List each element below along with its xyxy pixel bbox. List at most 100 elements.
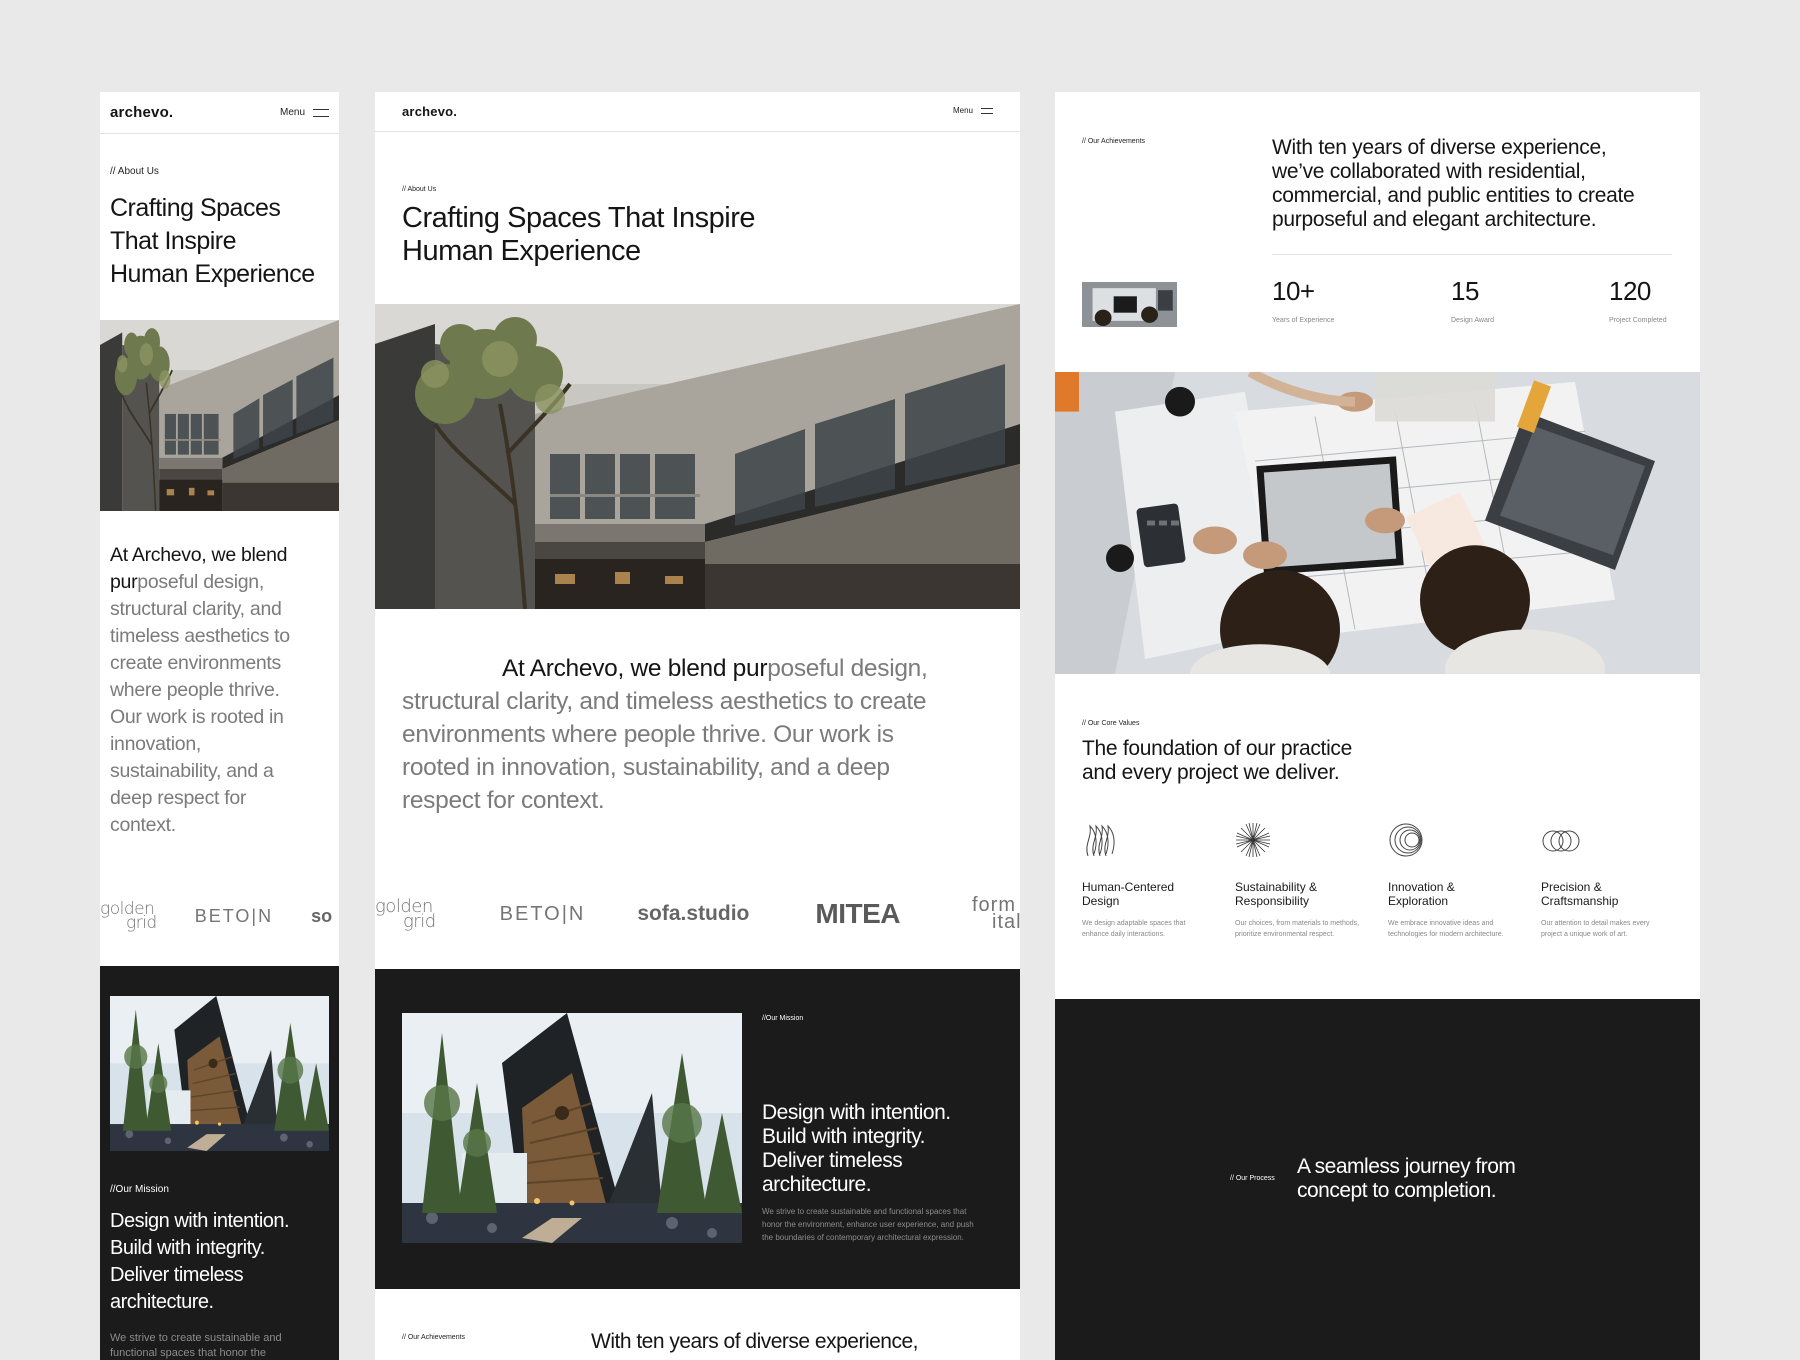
value-title-line: Exploration: [1388, 894, 1449, 908]
mobile-navbar: archevo. Menu: [100, 92, 339, 134]
value-title-line: Human-Centered: [1082, 880, 1175, 894]
hamburger-icon: [981, 107, 993, 114]
process-tag: // Our Process: [1230, 1175, 1275, 1182]
mission-desc-line: honor the environment, enhance user expe…: [762, 1220, 974, 1229]
logo-formital: form ital: [972, 895, 1020, 933]
intro-highlight: At Archevo, we blend pur: [502, 655, 768, 682]
mission-desc-line: the boundaries of contemporary architect…: [762, 1233, 964, 1242]
courtyard-photo: [375, 304, 1020, 609]
intro-text: create environments: [110, 652, 281, 674]
value-title-line: Craftsmanship: [1541, 894, 1619, 908]
intro-text: Our work is rooted in: [110, 706, 284, 728]
core-values-title-line: and every project we deliver.: [1082, 761, 1340, 784]
value-title-line: Design: [1082, 894, 1120, 908]
intro-paragraph: At Archevo, we blend purposeful design, st…: [110, 542, 335, 839]
value-title-line: Responsibility: [1235, 894, 1310, 908]
value-desc-line: enhance daily interactions.: [1082, 931, 1165, 938]
logo-golden-grid: golden grid: [100, 900, 157, 932]
achievements-line: commercial, and public entities to creat…: [1272, 184, 1635, 207]
intro-line: At Archevo, we blend: [110, 542, 335, 569]
value-title: Sustainability & Responsibility: [1235, 880, 1317, 908]
core-values-title-line: The foundation of our practice: [1082, 737, 1353, 760]
logo-betoin: BETO|N: [194, 905, 274, 926]
partner-logos: golden grid BETO|N sofa.studio MITEA for…: [375, 892, 1020, 936]
hamburger-icon: [313, 108, 329, 117]
intro-text: respect for context.: [402, 787, 605, 814]
tablet-preview: archevo. Menu // About Us Crafting Space…: [375, 92, 1020, 1360]
stat-label: Design Award: [1451, 317, 1495, 324]
logo-text: ital: [992, 911, 1020, 933]
intro-line: structural clarity, and timeless aesthet…: [402, 685, 1002, 718]
mission-section: //Our Mission Design with intention. Bui…: [375, 969, 1020, 1289]
achievements-line: purposeful and elegant architecture.: [1272, 208, 1597, 231]
about-title-line: Human Experience: [110, 260, 315, 288]
value-title-line: Precision &: [1541, 880, 1602, 894]
intro-line: Our work is rooted in: [110, 704, 335, 731]
desktop-preview: // Our Achievements With ten years of di…: [1055, 92, 1700, 1360]
courtyard-photo: [100, 320, 339, 511]
about-title: Crafting Spaces That Inspire Human Exper…: [402, 202, 756, 268]
mission-title-line: Design with intention.: [110, 1210, 290, 1232]
value-desc-line: We design adaptable spaces that: [1082, 920, 1186, 927]
tablet-navbar: archevo. Menu: [375, 92, 1020, 132]
intro-text: innovation,: [110, 733, 202, 755]
intro-line: rooted in innovation, sustainability, an…: [402, 751, 1002, 784]
core-values-title: The foundation of our practice and every…: [1082, 737, 1352, 785]
menu-button[interactable]: Menu: [280, 107, 329, 118]
mission-desc-line: We strive to create sustainable and: [110, 1332, 282, 1344]
mission-title-line: Build with integrity.: [762, 1125, 926, 1148]
intro-text: sustainability, and a: [110, 760, 274, 782]
stat-label: Years of Experience: [1272, 317, 1335, 324]
value-title: Innovation & Exploration: [1388, 880, 1455, 908]
achievements-line: we’ve collaborated with residential,: [1272, 160, 1586, 183]
process-title-line: A seamless journey from: [1297, 1155, 1516, 1178]
about-title-line: Human Experience: [402, 235, 641, 267]
mission-title-line: architecture.: [110, 1291, 214, 1313]
value-desc-line: prioritize environmental respect.: [1235, 931, 1335, 938]
intro-line: sustainability, and a: [110, 758, 335, 785]
mission-title-line: Build with integrity.: [110, 1237, 265, 1259]
intro-text: poseful design,: [137, 571, 264, 593]
mission-description: We strive to create sustainable and func…: [110, 1331, 282, 1360]
mission-title: Design with intention. Build with integr…: [110, 1208, 290, 1316]
menu-label: Menu: [279, 107, 305, 118]
mission-title-line: Design with intention.: [762, 1101, 951, 1124]
team-desk-photo: [1055, 372, 1700, 674]
menu-button[interactable]: Menu: [953, 106, 993, 115]
intro-text: environments where people thrive. Our wo…: [402, 721, 894, 748]
brand-logo[interactable]: archevo.: [110, 104, 173, 121]
logo-sofa-studio: sofa.studio: [637, 902, 750, 925]
achievements-line: With ten years of diverse experience,: [1272, 136, 1607, 159]
intro-line: environments where people thrive. Our wo…: [402, 718, 1002, 751]
intro-line: structural clarity, and: [110, 596, 335, 623]
value-desc-line: We embrace innovative ideas and: [1388, 920, 1494, 927]
about-title: Crafting Spaces That Inspire Human Exper…: [110, 192, 315, 291]
mission-title-line: Deliver timeless: [762, 1149, 903, 1172]
brand-logo[interactable]: archevo.: [402, 104, 457, 119]
intro-text: rooted in innovation, sustainability, an…: [402, 754, 890, 781]
intro-line: At Archevo, we blend purposeful design,: [402, 652, 1002, 685]
value-description: We design adaptable spaces that enhance …: [1082, 918, 1185, 940]
value-description: We embrace innovative ideas and technolo…: [1388, 918, 1504, 940]
intro-text: structural clarity, and: [110, 598, 282, 620]
value-title: Precision & Craftsmanship: [1541, 880, 1618, 908]
stat-label: Project Completed: [1609, 317, 1667, 324]
about-title-line: Crafting Spaces: [110, 194, 281, 222]
intro-highlight: At Archevo, we blend: [110, 544, 288, 566]
menu-label: Menu: [952, 106, 973, 115]
achievements-tag: // Our Achievements: [1082, 138, 1146, 145]
desk-thumbnail: [1082, 282, 1177, 327]
intro-line: deep respect for: [110, 785, 335, 812]
value-desc-line: project a unique work of art.: [1541, 931, 1628, 938]
intro-text: context.: [110, 814, 176, 836]
intro-text: structural clarity, and timeless aesthet…: [402, 688, 927, 715]
logo-sofa-studio: so: [311, 905, 333, 926]
intro-line: respect for context.: [402, 784, 1002, 817]
process-title: A seamless journey from concept to compl…: [1297, 1155, 1516, 1203]
intro-text: poseful design,: [767, 655, 928, 682]
achievements-text: With ten years of diverse experience, we…: [1272, 136, 1635, 232]
stat-value: 10+: [1272, 276, 1315, 306]
intro-line: purposeful design,: [110, 569, 335, 596]
intro-line: timeless aesthetics to: [110, 623, 335, 650]
about-title-line: That Inspire: [110, 227, 237, 255]
